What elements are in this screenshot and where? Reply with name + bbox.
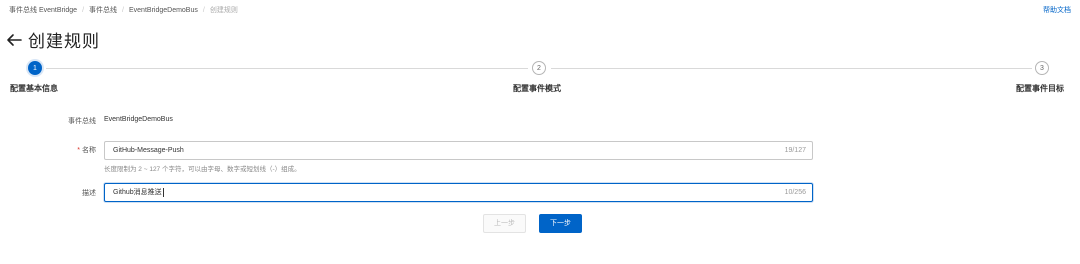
prev-step-button[interactable]: 上一步 bbox=[483, 214, 526, 233]
next-step-button[interactable]: 下一步 bbox=[539, 214, 582, 233]
page-header: 创建规则 bbox=[6, 27, 100, 52]
breadcrumb-item-current: 创建规则 bbox=[209, 7, 238, 14]
breadcrumb-separator: / bbox=[122, 6, 124, 14]
breadcrumb-item-bus-name[interactable]: EventBridgeDemoBus bbox=[129, 7, 198, 14]
step-1-label: 配置基本信息 bbox=[10, 84, 58, 93]
name-label-text: 名称 bbox=[82, 147, 96, 154]
name-label: * 名称 bbox=[36, 145, 96, 155]
breadcrumb-item-bus[interactable]: 事件总线 bbox=[89, 5, 117, 15]
name-input[interactable]: GitHub-Message-Push 19/127 bbox=[104, 141, 813, 160]
description-label: 描述 bbox=[82, 190, 96, 197]
step-3-label: 配置事件目标 bbox=[1016, 84, 1064, 93]
step-indicator: 1 配置基本信息 2 配置事件模式 3 配置事件目标 bbox=[0, 60, 1080, 100]
breadcrumb-separator: / bbox=[202, 6, 205, 14]
page-title: 创建规则 bbox=[28, 32, 100, 51]
step-2-label: 配置事件模式 bbox=[513, 84, 561, 93]
breadcrumb-item-eventbridge[interactable]: 事件总线 EventBridge bbox=[9, 5, 77, 15]
name-input-value: GitHub-Message-Push bbox=[113, 147, 184, 154]
back-arrow-icon[interactable] bbox=[6, 33, 22, 47]
breadcrumb: 事件总线 EventBridge / 事件总线 / EventBridgeDem… bbox=[9, 5, 238, 15]
description-text: Github消息推送 bbox=[113, 189, 162, 196]
step-1-circle: 1 bbox=[28, 61, 42, 75]
step-connector bbox=[551, 68, 1032, 69]
name-char-count: 19/127 bbox=[784, 147, 806, 154]
description-input-value: Github消息推送 bbox=[113, 184, 164, 201]
step-2-circle: 2 bbox=[532, 61, 546, 75]
bus-value: EventBridgeDemoBus bbox=[104, 116, 173, 123]
name-hint: 长度限制为 2 ~ 127 个字符，可以由字母、数字或短划线（-）组成。 bbox=[104, 166, 301, 173]
required-mark: * bbox=[77, 147, 80, 154]
description-input[interactable]: Github消息推送 10/256 bbox=[104, 183, 813, 202]
description-char-count: 10/256 bbox=[784, 189, 806, 196]
text-caret bbox=[162, 187, 164, 197]
help-docs-link[interactable]: 帮助文档 bbox=[1043, 5, 1071, 15]
step-connector bbox=[46, 68, 528, 69]
bus-label: 事件总线 bbox=[68, 118, 96, 125]
breadcrumb-separator: / bbox=[82, 6, 85, 14]
step-3-circle: 3 bbox=[1035, 61, 1049, 75]
